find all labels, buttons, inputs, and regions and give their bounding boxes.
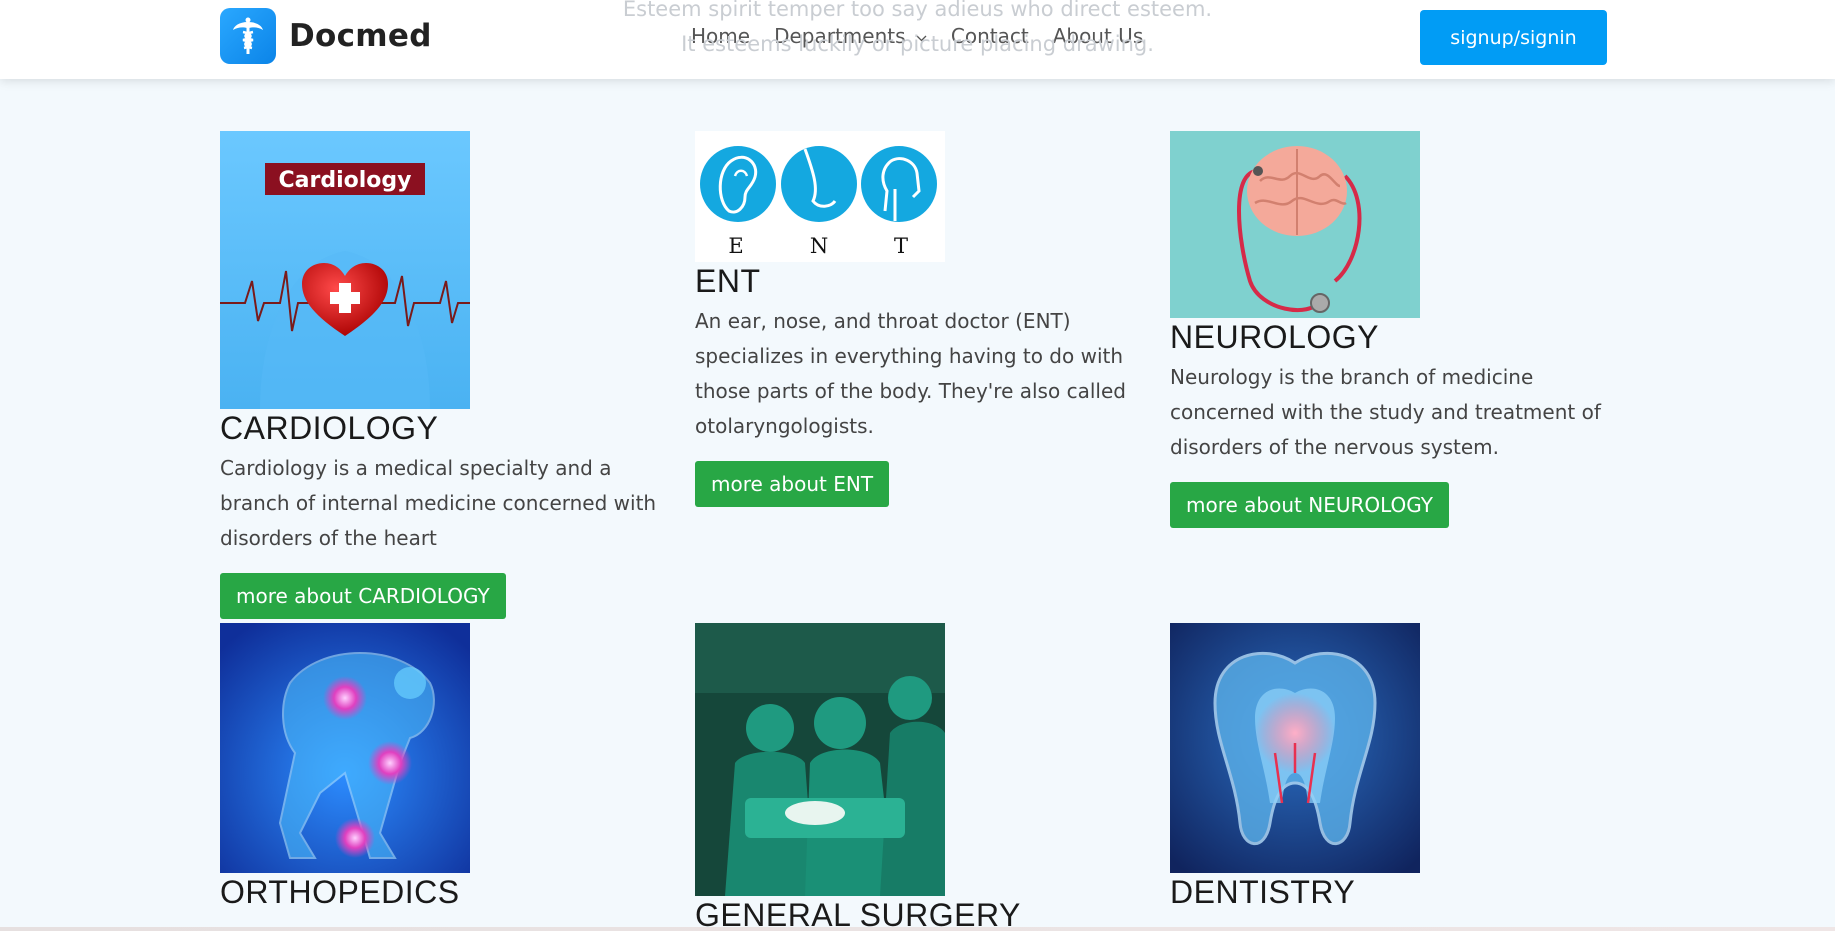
ent-image: E N T [695,131,945,262]
general-surgery-image [695,623,945,896]
nav-contact[interactable]: Contact [951,24,1029,48]
nav-about-us[interactable]: About Us [1053,24,1144,48]
dentistry-image [1170,623,1420,873]
department-title: DENTISTRY [1170,874,1356,910]
department-card-ent: E N T ENT An ear, nose, and throat docto… [695,131,1155,507]
ent-letter-t: T [894,234,908,258]
nav-departments-label: Departments [774,24,906,48]
cardiology-image: Cardiology [220,131,470,409]
more-about-neurology-button[interactable]: more about NEUROLOGY [1170,482,1449,528]
department-description: An ear, nose, and throat doctor (ENT) sp… [695,309,1126,438]
navbar: Docmed Home Departments Contact About Us… [0,0,1835,79]
department-title: ENT [695,263,761,299]
nav-home[interactable]: Home [691,24,750,48]
department-card-cardiology: Cardiology CARDIOLOGY Cardiology is a me… [220,131,680,619]
brand-logo[interactable]: Docmed [220,8,432,64]
signup-signin-button[interactable]: signup/signin [1420,10,1607,65]
orthopedics-image [220,623,470,873]
department-title: ORTHOPEDICS [220,874,460,910]
more-about-ent-button[interactable]: more about ENT [695,461,890,507]
caduceus-icon [220,8,276,64]
ent-letter-n: N [810,234,828,258]
nav-departments[interactable]: Departments [774,24,927,48]
page-bottom-edge [0,927,1835,931]
neurology-image [1170,131,1420,318]
ent-letter-e: E [728,234,743,258]
department-title: GENERAL SURGERY [695,897,1021,931]
department-card-neurology: NEUROLOGY Neurology is the branch of med… [1170,131,1630,528]
department-title: CARDIOLOGY [220,410,439,446]
cardiology-image-label: Cardiology [279,168,412,193]
more-about-cardiology-button[interactable]: more about CARDIOLOGY [220,573,506,619]
department-title: NEUROLOGY [1170,319,1379,355]
chevron-down-icon [916,35,927,41]
main-nav: Home Departments Contact About Us [691,24,1143,48]
brand-name: Docmed [289,18,432,54]
department-card-orthopedics: ORTHOPEDICS [220,623,680,911]
department-card-general-surgery: GENERAL SURGERY [695,623,1155,931]
department-card-dentistry: DENTISTRY [1170,623,1630,911]
department-description: Cardiology is a medical specialty and a … [220,456,657,550]
department-description: Neurology is the branch of medicine conc… [1170,365,1601,459]
